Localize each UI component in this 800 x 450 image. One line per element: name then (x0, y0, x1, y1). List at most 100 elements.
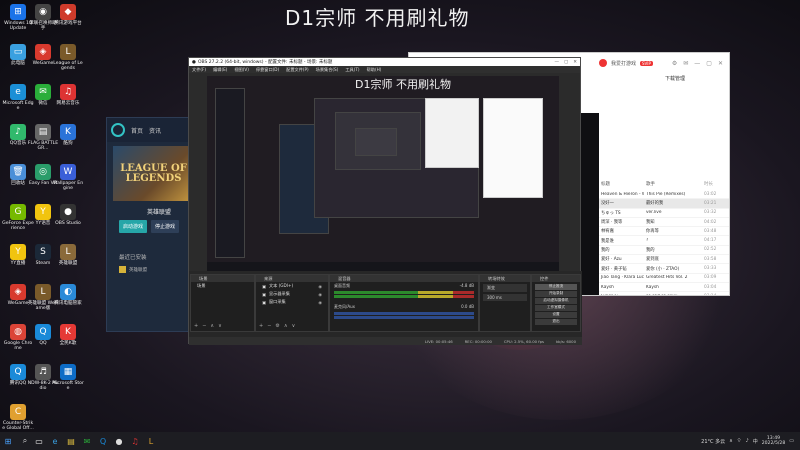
mail-icon[interactable]: ✉ (683, 60, 688, 67)
user-avatar[interactable] (599, 59, 607, 67)
game-launcher-window[interactable]: 首页 资讯 LEAGUE OF LEGENDS 英雄联盟 启动游戏 停止游戏 最… (106, 117, 201, 332)
download-manager-link[interactable]: 下载管理 (665, 75, 685, 82)
music-username[interactable]: 我爱打游戏 (611, 60, 636, 67)
network-icon[interactable]: ⌔ (737, 438, 742, 444)
move-up-icon[interactable]: ∧ (210, 323, 214, 329)
obs-window[interactable]: ● OBS 27.2.2 (64-bit, windows) - 配置文件: 未… (188, 57, 582, 345)
desktop-icon[interactable]: ◐ 腾讯电脑管家 (52, 284, 84, 306)
desktop-icon[interactable]: L 英雄联盟 (52, 244, 84, 266)
menu-item[interactable]: 编辑(E) (213, 67, 227, 73)
track-row[interactable]: Jiao Tang · Klara Luck Greatest Hits Vol.… (599, 274, 729, 283)
col-artist[interactable]: 歌手 (644, 181, 704, 187)
notification-icon[interactable]: ▭ (789, 438, 794, 444)
minimize-icon[interactable]: — (554, 60, 559, 65)
start-menu-icon[interactable]: ⊞ (2, 435, 14, 447)
desktop-icon[interactable]: C Counter-Strike Global Off... (2, 404, 34, 431)
mic-volume-meter-r[interactable] (334, 316, 474, 319)
chevron-up-icon[interactable]: ∧ (729, 438, 733, 444)
launcher-tab-home[interactable]: 首页 (131, 126, 143, 135)
control-button[interactable]: 退出 (535, 319, 577, 326)
track-row[interactable]: Lyrics Liso sad so sexy03:14 (599, 292, 729, 295)
close-icon[interactable]: ✕ (718, 60, 723, 67)
control-button[interactable]: 工作室模式 (535, 305, 577, 311)
menu-item[interactable]: 工具(T) (345, 67, 359, 73)
control-button[interactable]: 设置 (535, 312, 577, 318)
remove-source-icon[interactable]: − (267, 323, 271, 329)
mic-volume-meter[interactable] (334, 312, 474, 315)
desktop-volume-meter[interactable] (334, 291, 474, 294)
close-icon[interactable]: ✕ (573, 60, 577, 65)
menu-item[interactable]: 帮助(H) (367, 67, 382, 73)
desktop-icon[interactable]: W Wallpaper Engine (52, 164, 84, 191)
add-scene-icon[interactable]: + (194, 323, 198, 329)
ime-icon[interactable]: 中 (753, 438, 758, 445)
source-item[interactable]: ▣ 窗口采集 ◉ (256, 298, 328, 306)
menu-item[interactable]: 文件(F) (192, 67, 206, 73)
track-row[interactable]: 没好一 最好的我 03:21 (599, 199, 729, 209)
desktop-icon[interactable]: K 酷狗 (52, 124, 84, 146)
visibility-icon[interactable]: ◉ (318, 300, 322, 305)
start-game-button[interactable]: 启动游戏 (119, 220, 148, 233)
track-row[interactable]: ちゅっ TS ver.live 03:32 (599, 209, 729, 218)
explorer-taskbar-icon[interactable]: ▤ (65, 435, 77, 447)
desktop-icon[interactable]: ◆ 腾讯游戏平台 (52, 4, 84, 26)
source-settings-icon[interactable]: ⚙ (275, 323, 279, 329)
control-button[interactable]: 开始录制 (535, 291, 577, 297)
remove-scene-icon[interactable]: − (202, 323, 206, 329)
col-title[interactable]: 标题 (599, 181, 644, 187)
edge-taskbar-icon[interactable]: e (49, 435, 61, 447)
qq-taskbar-icon[interactable]: Q (97, 435, 109, 447)
obs-preview[interactable]: D1宗师 不用刷礼物 (207, 76, 559, 274)
track-row[interactable]: 林宥嘉 你再等 03:48 (599, 227, 729, 237)
scene-item[interactable]: 场景 (191, 282, 254, 290)
volume-icon[interactable]: ♪ (745, 438, 748, 444)
transition-duration-input[interactable]: 300 ms (483, 294, 527, 301)
visibility-icon[interactable]: ◉ (318, 284, 322, 289)
desktop-icon[interactable]: K 全民K歌 (52, 324, 84, 346)
move-down-icon[interactable]: ∨ (292, 323, 296, 329)
desktop-icon[interactable]: ▦ Microsoft Store (52, 364, 84, 391)
desktop-volume-meter-r[interactable] (334, 295, 474, 298)
desktop-icon[interactable]: ♫ 网易云音乐 (52, 84, 84, 106)
track-row[interactable]: 爱好 · Azu 爱到底 03:58 (599, 255, 729, 265)
weather-indicator[interactable]: 21°C 多云 (701, 438, 725, 445)
menu-item[interactable]: 视图(V) (234, 67, 249, 73)
transition-select[interactable]: 渐变 (483, 284, 527, 292)
track-row[interactable]: Heaven & Hieron - Wo...This Pie (Remixes… (599, 190, 729, 200)
maximize-icon[interactable]: ▢ (564, 60, 568, 65)
desktop-icon[interactable]: L League of Legends (52, 44, 84, 71)
track-row[interactable]: 我的 我的 02:52 (599, 246, 729, 256)
minimize-icon[interactable]: — (694, 60, 700, 67)
wechat-taskbar-icon[interactable]: ✉ (81, 435, 93, 447)
source-item[interactable]: ▣ 显示器采集 ◉ (256, 290, 328, 298)
desktop-icon[interactable]: ● OBS Studio (52, 204, 84, 226)
menu-item[interactable]: 配置文件(P) (286, 67, 309, 73)
track-row[interactable]: 周深 · 我等 我知 04:02 (599, 218, 729, 228)
maximize-icon[interactable]: ▢ (706, 60, 712, 67)
source-item[interactable]: ▣ 文本 (GDI+) ◉ (256, 282, 328, 290)
col-time[interactable]: 时长 (704, 181, 726, 187)
settings-icon[interactable]: ⚙ (672, 60, 677, 67)
task-view-icon[interactable]: ▭ (33, 435, 45, 447)
visibility-icon[interactable]: ◉ (318, 292, 322, 297)
track-row[interactable]: 我是谁? 04:17 (599, 236, 729, 246)
search-icon[interactable]: ⌕ (19, 435, 31, 447)
move-down-icon[interactable]: ∨ (218, 323, 222, 329)
sources-toolbar: + − ⚙ ∧ ∨ (259, 323, 295, 329)
game-cover-image: LEAGUE OF LEGENDS (113, 146, 194, 201)
stop-game-button[interactable]: 停止游戏 (151, 220, 180, 233)
launcher-tab-news[interactable]: 资讯 (149, 126, 161, 135)
clock[interactable]: 13:49 2022/5/28 (762, 436, 786, 447)
app-icon: ♪ (10, 124, 26, 140)
music-taskbar-icon[interactable]: ♫ (129, 435, 141, 447)
track-row[interactable]: 爱好 · 黄子韬 爱你 (小 · ZTAO) 03:33 (599, 264, 729, 274)
menu-item[interactable]: 停靠窗口(D) (256, 67, 279, 73)
obs-taskbar-icon[interactable]: ● (113, 435, 125, 447)
menu-item[interactable]: 场景集合(S) (316, 67, 339, 73)
control-button[interactable]: 停止推流 (535, 284, 577, 290)
track-row[interactable]: Kaysh Kaysh 03:04 (599, 283, 729, 293)
add-source-icon[interactable]: + (259, 323, 263, 329)
lol-taskbar-icon[interactable]: L (145, 435, 157, 447)
control-button[interactable]: 启动虚拟摄像机 (535, 298, 577, 304)
move-up-icon[interactable]: ∧ (284, 323, 288, 329)
